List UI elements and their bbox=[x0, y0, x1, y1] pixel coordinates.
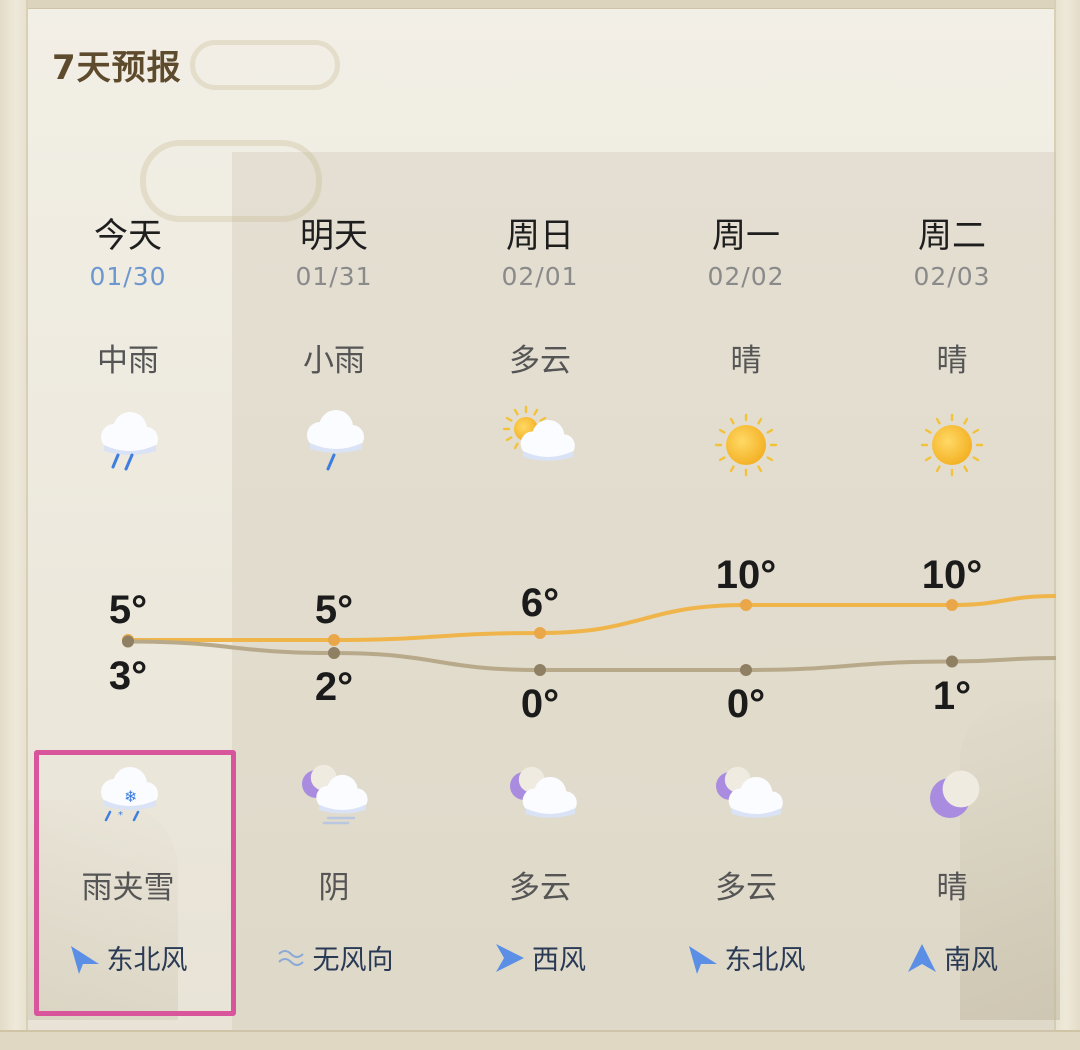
low-temperature: 1° bbox=[932, 673, 972, 718]
wind-arrow-northeast-icon bbox=[687, 942, 719, 974]
night-condition: 晴 bbox=[936, 870, 968, 906]
partly-cloudy-day-icon bbox=[500, 405, 580, 485]
high-temperature: 10° bbox=[715, 553, 777, 597]
wind-info: 东北风 bbox=[643, 938, 849, 977]
wind-info: 无风向 bbox=[231, 938, 437, 977]
night-condition: 多云 bbox=[715, 870, 777, 906]
day-column[interactable]: 明天 01/31 小雨 5° 2° 阴 无风向 bbox=[231, 200, 437, 1000]
low-temperature: 0° bbox=[726, 682, 766, 726]
frame-left-border bbox=[0, 0, 28, 1050]
light-rain-icon bbox=[294, 405, 374, 485]
sunny-icon bbox=[912, 405, 992, 485]
night-condition: 多云 bbox=[509, 870, 571, 906]
day-name: 今天 bbox=[94, 216, 162, 256]
day-name: 周一 bbox=[712, 216, 780, 256]
day-column[interactable]: 周一 02/02 晴 10° 0° 多云东北风 bbox=[643, 200, 849, 1000]
wind-info: 西风 bbox=[437, 938, 643, 977]
highlight-box bbox=[34, 750, 236, 1016]
day-date: 02/02 bbox=[707, 262, 785, 291]
low-temperature: 0° bbox=[520, 682, 560, 726]
overcast-night-icon bbox=[294, 760, 374, 840]
wind-info: 南风 bbox=[849, 938, 1055, 977]
day-name: 明天 bbox=[300, 216, 368, 256]
day-date: 01/30 bbox=[89, 262, 167, 291]
wind-direction-label: 东北风 bbox=[724, 945, 806, 976]
partly-cloudy-night-icon bbox=[706, 760, 786, 840]
day-condition: 小雨 bbox=[303, 343, 365, 379]
day-name: 周二 bbox=[918, 216, 986, 256]
day-condition: 晴 bbox=[936, 343, 968, 379]
wind-arrow-south-icon bbox=[906, 942, 938, 974]
frame-bottom-border bbox=[0, 1030, 1080, 1050]
clear-night-moon-icon bbox=[912, 760, 992, 840]
wind-direction-label: 南风 bbox=[944, 945, 998, 976]
partly-cloudy-night-icon bbox=[500, 760, 580, 840]
day-date: 02/01 bbox=[501, 262, 579, 291]
section-title: 7天预报 bbox=[52, 48, 182, 88]
day-condition: 多云 bbox=[509, 343, 571, 379]
high-temperature: 10° bbox=[921, 553, 983, 597]
wind-arrow-west-icon bbox=[494, 942, 526, 974]
low-temperature: 2° bbox=[314, 665, 354, 709]
wind-direction-label: 西风 bbox=[532, 945, 586, 976]
decorative-cloud bbox=[190, 40, 340, 90]
sunny-icon bbox=[706, 405, 786, 485]
low-temperature: 3° bbox=[108, 653, 148, 698]
no-wind-direction-icon bbox=[275, 942, 307, 974]
day-column[interactable]: 周二 02/03 晴 10° 1° 晴南风 bbox=[849, 200, 1055, 1000]
night-condition: 阴 bbox=[318, 870, 350, 906]
day-date: 01/31 bbox=[295, 262, 373, 291]
day-name: 周日 bbox=[506, 216, 574, 256]
day-date: 02/03 bbox=[913, 262, 991, 291]
wind-direction-label: 无风向 bbox=[312, 945, 394, 976]
frame-top-border bbox=[0, 0, 1080, 9]
day-condition: 中雨 bbox=[97, 343, 159, 379]
high-temperature: 5° bbox=[108, 588, 148, 632]
high-temperature: 6° bbox=[520, 581, 560, 625]
moderate-rain-icon bbox=[88, 405, 168, 485]
high-temperature: 5° bbox=[314, 588, 354, 632]
day-condition: 晴 bbox=[730, 343, 762, 379]
day-column[interactable]: 周日 02/01 多云 6° 0° 多云西风 bbox=[437, 200, 643, 1000]
